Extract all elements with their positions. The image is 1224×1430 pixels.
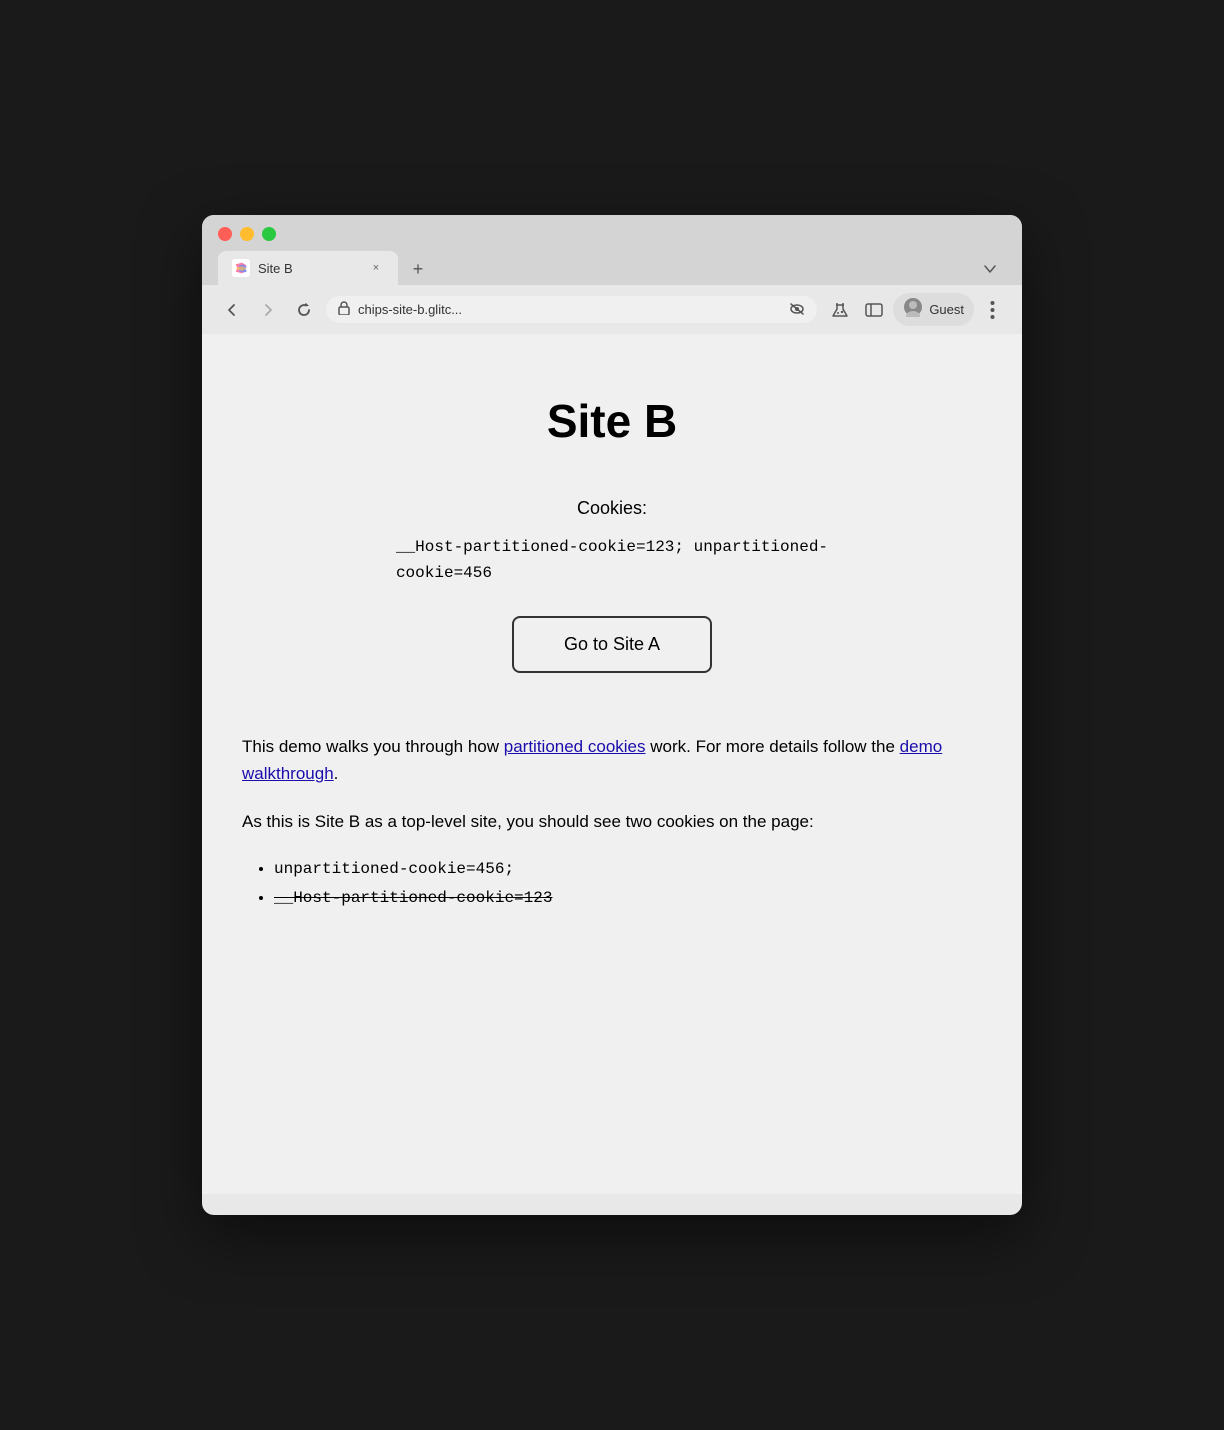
traffic-lights <box>218 227 1006 241</box>
tracking-protection-icon[interactable] <box>789 302 805 318</box>
desc-para1-prefix: This demo walks you through how <box>242 737 504 756</box>
tabs-row: Site B × + <box>218 251 1006 285</box>
cookie-value: __Host-partitioned-cookie=123; unpartiti… <box>396 535 828 586</box>
tab-chevron-button[interactable] <box>974 253 1006 285</box>
minimize-traffic-light[interactable] <box>240 227 254 241</box>
profile-button[interactable]: Guest <box>893 293 974 326</box>
address-text: chips-site-b.glitc... <box>358 302 781 317</box>
description-para-1: This demo walks you through how partitio… <box>242 733 982 787</box>
tab-favicon <box>232 259 250 277</box>
address-bar[interactable]: chips-site-b.glitc... <box>326 296 817 323</box>
profile-name-label: Guest <box>929 302 964 317</box>
description-section: This demo walks you through how partitio… <box>242 733 982 912</box>
forward-button[interactable] <box>254 296 282 324</box>
maximize-traffic-light[interactable] <box>262 227 276 241</box>
forward-icon <box>260 302 276 318</box>
toolbar-actions: Guest <box>825 293 1006 326</box>
back-icon <box>224 302 240 318</box>
eye-slash-svg <box>789 303 805 315</box>
profile-avatar-icon <box>903 297 923 322</box>
description-para-2: As this is Site B as a top-level site, y… <box>242 808 982 835</box>
desc-para1-suffix: . <box>334 764 339 783</box>
sidebar-icon <box>865 303 883 317</box>
chevron-down-icon <box>983 262 997 276</box>
more-options-button[interactable] <box>978 296 1006 324</box>
browser-window: Site B × + <box>202 215 1022 1215</box>
sidebar-toggle-button[interactable] <box>859 295 889 325</box>
active-tab[interactable]: Site B × <box>218 251 398 285</box>
lab-icon <box>831 301 849 319</box>
cookies-label: Cookies: <box>242 498 982 519</box>
tab-title: Site B <box>258 261 360 276</box>
lab-extensions-button[interactable] <box>825 295 855 325</box>
toolbar: chips-site-b.glitc... <box>202 285 1022 334</box>
cookies-section: Cookies: __Host-partitioned-cookie=123; … <box>242 498 982 673</box>
bullet-list: unpartitioned-cookie=456; __Host-partiti… <box>242 855 982 913</box>
reload-button[interactable] <box>290 296 318 324</box>
back-button[interactable] <box>218 296 246 324</box>
page-content: Site B Cookies: __Host-partitioned-cooki… <box>202 334 1022 1194</box>
desc-para1-middle: work. For more details follow the <box>646 737 900 756</box>
more-icon <box>990 300 995 320</box>
reload-icon <box>296 302 312 318</box>
avatar-svg <box>903 297 923 317</box>
lock-svg <box>338 301 350 315</box>
lock-icon <box>338 301 350 318</box>
tab-close-button[interactable]: × <box>368 260 384 276</box>
new-tab-button[interactable]: + <box>402 253 434 285</box>
title-bar: Site B × + <box>202 215 1022 285</box>
go-to-site-button[interactable]: Go to Site A <box>512 616 712 673</box>
site-title: Site B <box>242 394 982 448</box>
list-item: __Host-partitioned-cookie=123 <box>274 884 982 913</box>
close-traffic-light[interactable] <box>218 227 232 241</box>
partitioned-cookies-link[interactable]: partitioned cookies <box>504 737 646 756</box>
list-item: unpartitioned-cookie=456; <box>274 855 982 884</box>
